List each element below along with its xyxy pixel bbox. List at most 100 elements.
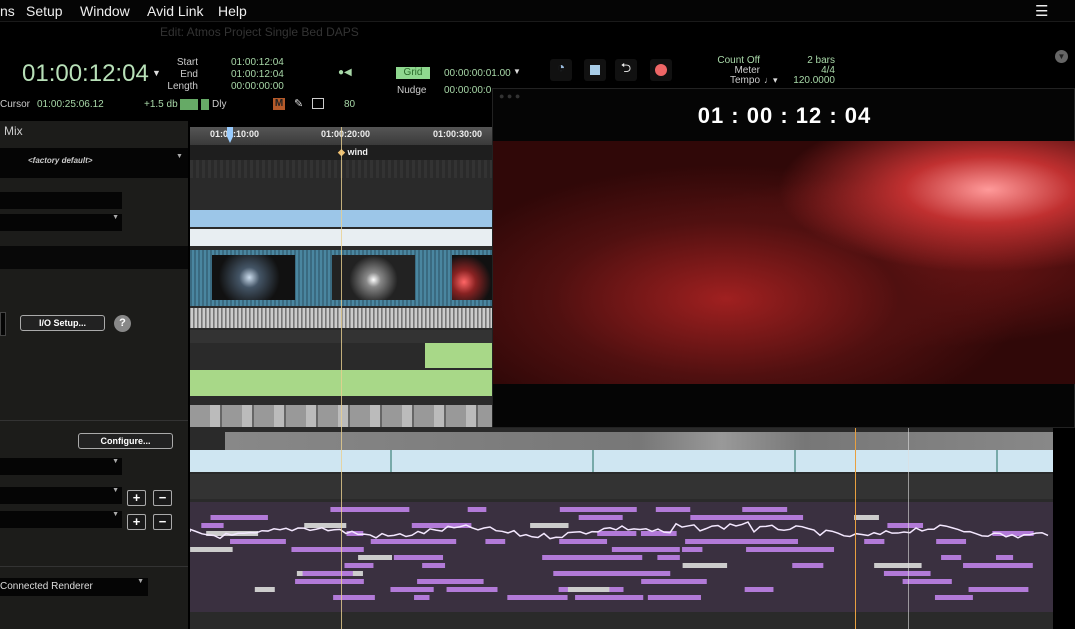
select-field[interactable]: ▼ [0, 487, 122, 504]
marker-wind[interactable]: ◆ wind [338, 147, 368, 158]
zoom-value[interactable]: 80 [344, 99, 355, 110]
automation-segment [304, 523, 347, 528]
speaker-icon[interactable]: ●◀ [338, 67, 352, 78]
automation-segment [887, 523, 924, 528]
automation-segment [575, 595, 644, 600]
mix-panel: Mix <factory default> ▼ ▼ I/O Setup... ?… [0, 121, 188, 629]
grid-button[interactable]: Grid [396, 67, 430, 79]
audio-clip[interactable] [190, 450, 1053, 472]
automation-segment [553, 571, 626, 576]
add-button[interactable]: + [127, 514, 146, 530]
m-button[interactable]: M [273, 98, 285, 110]
remove-button[interactable]: − [153, 514, 172, 530]
automation-segment [254, 587, 275, 592]
automation-segment [746, 547, 816, 552]
grid-dropdown-icon[interactable]: ▼ [513, 67, 521, 76]
expand-icon[interactable]: ▼ [1055, 50, 1068, 63]
automation-segment [744, 587, 774, 592]
gain-value[interactable]: +1.5 db [144, 99, 178, 110]
length-value[interactable]: 00:00:00:00 [231, 81, 284, 93]
audio-clip[interactable] [225, 432, 1053, 450]
automation-segment [936, 539, 967, 544]
automation-segment [530, 523, 569, 528]
end-value[interactable]: 01:00:12:04 [231, 69, 284, 81]
automation-segment [333, 595, 375, 600]
automation-segment [210, 515, 268, 520]
list-icon[interactable]: ☰ [1035, 2, 1048, 20]
window-title: Edit: Atmos Project Single Bed DAPS [160, 25, 359, 39]
select-field[interactable]: ▼ [0, 214, 122, 231]
stop-button[interactable] [584, 59, 606, 81]
video-frame [493, 141, 1075, 384]
grid-view-icon[interactable] [312, 98, 324, 109]
video-timecode: 01 : 00 : 12 : 04 [697, 103, 872, 128]
remove-button[interactable]: − [153, 490, 172, 506]
tempo-value[interactable]: 120.0000 [785, 76, 835, 86]
ruler-tick: 01:00:10:00 [210, 129, 260, 139]
waveform-icon[interactable] [180, 99, 198, 110]
record-button[interactable] [650, 59, 672, 81]
main-counter[interactable]: 01:00:12:04 [22, 60, 149, 88]
cursor-label: Cursor [0, 99, 31, 110]
online-icon[interactable]: ◔ [550, 59, 572, 81]
help-icon[interactable]: ? [114, 315, 131, 332]
start-label: Start [176, 57, 198, 68]
audio-clip[interactable] [425, 343, 492, 368]
menu-setup[interactable]: Setup [26, 3, 63, 19]
automation-segment [864, 539, 885, 544]
loop-play-button[interactable]: ⮌ [615, 59, 637, 81]
object-automation[interactable] [190, 502, 1053, 612]
delay-icon[interactable] [201, 99, 209, 110]
video-window[interactable]: ● ● ● 01 : 00 : 12 : 04 [492, 88, 1075, 428]
menu-help[interactable]: Help [218, 3, 247, 19]
automation-segment [968, 587, 1029, 592]
automation-segment [578, 515, 623, 520]
automation-segment [190, 547, 233, 552]
text-field[interactable] [0, 192, 122, 209]
tempo-note-icon[interactable]: ♩▾ [764, 75, 778, 86]
configure-button[interactable]: Configure... [78, 433, 173, 449]
automation-segment [422, 563, 446, 568]
menu-bar: ns Setup Window Avid Link Help ☰ [0, 0, 1075, 22]
select-field[interactable]: ▼ [0, 511, 122, 528]
preset-dropdown-icon[interactable]: ▼ [176, 153, 183, 160]
preset-select[interactable]: <factory default> [28, 156, 92, 165]
automation-segment [941, 555, 962, 560]
end-label: End [180, 69, 198, 80]
automation-segment [573, 555, 643, 560]
automation-segment [934, 595, 973, 600]
automation-segment [291, 547, 364, 552]
automation-segment [467, 507, 487, 512]
window-controls-icon[interactable]: ● ● ● [499, 91, 520, 101]
automation-segment [507, 595, 568, 600]
grid-value[interactable]: 00:00:00:01.00 [444, 68, 511, 79]
tempo-label: Tempo [729, 75, 760, 86]
select-field[interactable]: ▼ [0, 458, 122, 475]
dly-label[interactable]: Dly [212, 99, 226, 110]
automation-segment [611, 547, 680, 552]
automation-segment [393, 555, 444, 560]
io-setup-button[interactable]: I/O Setup... [20, 315, 105, 331]
automation-segment [417, 579, 484, 584]
menu-avid-link[interactable]: Avid Link [147, 3, 204, 19]
automation-segment [743, 515, 800, 520]
nudge-value[interactable]: 00:00:00:0 [444, 85, 491, 96]
automation-segment [485, 539, 506, 544]
add-button[interactable]: + [127, 490, 146, 506]
automation-segment [647, 595, 701, 600]
automation-segment [874, 563, 922, 568]
automation-segment [567, 587, 610, 592]
automation-segment [792, 563, 824, 568]
menu-window[interactable]: Window [80, 3, 130, 19]
automation-segment [995, 555, 1014, 560]
marker-label: wind [347, 147, 368, 157]
start-value[interactable]: 01:00:12:04 [231, 57, 284, 69]
pencil-icon[interactable]: ✎ [294, 97, 303, 110]
automation-segment [682, 563, 728, 568]
automation-segment [390, 587, 434, 592]
menu-options[interactable]: ns [0, 3, 15, 19]
renderer-select[interactable]: Connected Renderer ▼ [0, 578, 148, 596]
automation-segment [421, 539, 457, 544]
automation-segment [302, 571, 353, 576]
ruler-tick: 01:00:30:00 [433, 129, 483, 139]
